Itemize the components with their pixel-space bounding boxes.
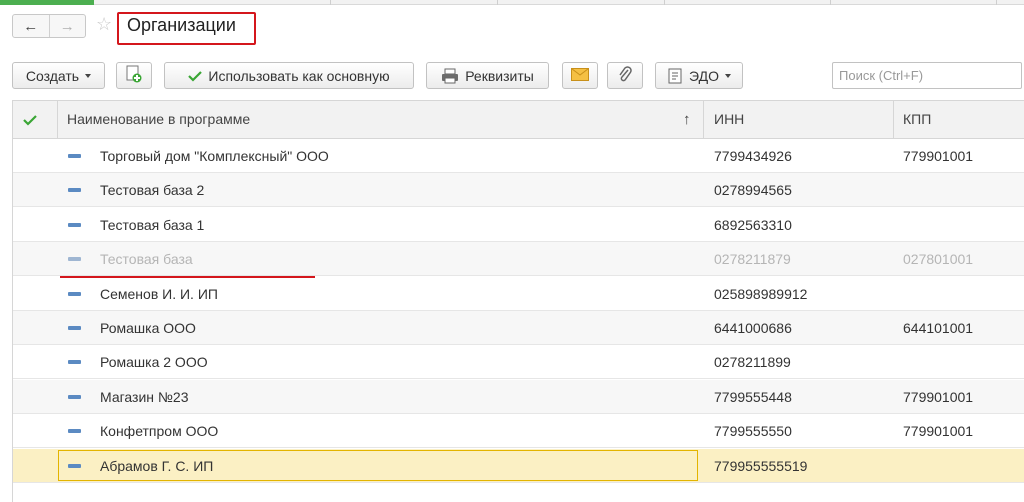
send-email-button[interactable] bbox=[562, 62, 598, 89]
cell-name: Тестовая база 2 bbox=[100, 182, 205, 199]
organization-icon bbox=[68, 154, 81, 158]
cell-inn: 779955555519 bbox=[714, 457, 808, 474]
cell-inn: 7799434926 bbox=[714, 148, 792, 164]
attach-file-button[interactable] bbox=[607, 62, 643, 89]
table-header: Наименование в программе ↑ ИНН КПП bbox=[13, 101, 1024, 139]
organization-icon bbox=[68, 291, 81, 296]
cell-kpp: 027801001 bbox=[903, 251, 974, 268]
use-as-default-label: Использовать как основную bbox=[208, 67, 390, 84]
create-button-label: Создать bbox=[25, 67, 80, 84]
cell-name: Ромашка ООО bbox=[100, 320, 196, 336]
column-header-inn[interactable]: ИНН bbox=[714, 101, 744, 138]
active-tab[interactable] bbox=[0, 0, 94, 5]
copy-add-icon bbox=[126, 65, 142, 86]
paperclip-icon bbox=[618, 65, 632, 86]
table-row[interactable]: Ромашка ООО 6441000686 644101001 bbox=[13, 311, 1024, 345]
use-as-default-button[interactable]: Использовать как основную bbox=[164, 62, 414, 89]
back-icon[interactable]: ← bbox=[13, 15, 49, 37]
tab-separator bbox=[664, 0, 665, 5]
cell-inn: 6892563310 bbox=[714, 216, 792, 233]
envelope-icon bbox=[571, 67, 589, 84]
cell-inn: 0278994565 bbox=[714, 182, 792, 199]
organization-icon bbox=[68, 429, 81, 434]
cell-kpp: 644101001 bbox=[903, 320, 974, 336]
tab-strip bbox=[0, 0, 1024, 5]
cell-name: Торговый дом "Комплексный" ООО bbox=[100, 148, 329, 164]
tab-separator bbox=[830, 0, 831, 5]
cell-name: Тестовая база bbox=[100, 251, 193, 268]
organization-icon bbox=[68, 257, 81, 262]
cell-kpp: 779901001 bbox=[903, 388, 974, 405]
table-row[interactable]: Конфетпром ООО 7799555550 779901001 bbox=[13, 414, 1024, 449]
cell-inn: 025898989912 bbox=[714, 285, 808, 302]
cell-inn: 0278211899 bbox=[714, 354, 791, 371]
cell-name: Ромашка 2 ООО bbox=[100, 354, 208, 371]
cell-inn: 0278211879 bbox=[714, 251, 791, 268]
organization-icon bbox=[68, 222, 81, 227]
search-input[interactable]: Поиск (Ctrl+F) bbox=[832, 62, 1022, 89]
cell-inn: 7799555448 bbox=[714, 388, 792, 405]
create-copy-button[interactable] bbox=[116, 62, 152, 89]
column-header-name[interactable]: Наименование в программе bbox=[67, 101, 250, 138]
table-row[interactable]: Тестовая база 0278211879 027801001 bbox=[13, 242, 1024, 277]
table-row[interactable]: Магазин №23 7799555448 779901001 bbox=[13, 379, 1024, 414]
organization-icon bbox=[68, 394, 81, 399]
cell-name: Конфетпром ООО bbox=[100, 423, 219, 440]
organization-icon bbox=[68, 326, 81, 330]
table-row[interactable]: Торговый дом "Комплексный" ООО 7799434926… bbox=[13, 139, 1024, 173]
cell-inn: 6441000686 bbox=[714, 320, 792, 336]
column-separator bbox=[893, 101, 894, 138]
cell-inn: 7799555550 bbox=[714, 423, 792, 440]
table-row[interactable]: Тестовая база 1 6892563310 bbox=[13, 208, 1024, 242]
tab-separator bbox=[497, 0, 498, 5]
tab-separator bbox=[996, 0, 997, 5]
organizations-table: Наименование в программе ↑ ИНН КПП Торго… bbox=[12, 100, 1024, 502]
checkmark-icon bbox=[188, 70, 203, 82]
strikethrough-mark bbox=[60, 276, 315, 278]
cell-kpp: 779901001 bbox=[903, 423, 974, 440]
create-button[interactable]: Создать bbox=[12, 62, 105, 89]
edo-label: ЭДО bbox=[689, 67, 719, 84]
edo-button[interactable]: ЭДО bbox=[655, 62, 743, 89]
printer-icon bbox=[441, 68, 459, 84]
cell-name: Магазин №23 bbox=[100, 388, 189, 405]
chevron-down-icon bbox=[85, 73, 92, 78]
page-title: Организации bbox=[127, 15, 236, 35]
tab-separator bbox=[330, 0, 331, 5]
column-separator bbox=[703, 101, 704, 138]
forward-icon[interactable]: → bbox=[48, 15, 86, 37]
edo-document-icon bbox=[667, 68, 683, 84]
column-header-kpp[interactable]: КПП bbox=[903, 101, 931, 138]
sort-arrow-icon[interactable]: ↑ bbox=[683, 101, 691, 138]
nav-buttons: ← → bbox=[12, 14, 86, 38]
table-row[interactable]: Абрамов Г. С. ИП 779955555519 bbox=[13, 448, 1024, 483]
cell-name: Тестовая база 1 bbox=[100, 216, 205, 233]
cell-name: Абрамов Г. С. ИП bbox=[100, 457, 214, 474]
cell-name: Семенов И. И. ИП bbox=[100, 285, 218, 302]
cell-kpp: 779901001 bbox=[903, 148, 974, 164]
chevron-down-icon bbox=[724, 73, 731, 78]
table-row[interactable]: Ромашка 2 ООО 0278211899 bbox=[13, 345, 1024, 380]
organization-icon bbox=[68, 463, 81, 468]
table-row[interactable]: Тестовая база 2 0278994565 bbox=[13, 173, 1024, 208]
favorite-star-icon[interactable]: ☆ bbox=[96, 14, 112, 35]
organization-icon bbox=[68, 360, 81, 365]
table-row[interactable]: Семенов И. И. ИП 025898989912 bbox=[13, 277, 1024, 311]
requisites-label: Реквизиты bbox=[465, 67, 534, 84]
organization-icon bbox=[68, 188, 81, 193]
column-separator bbox=[57, 101, 58, 138]
checkmark-icon[interactable] bbox=[23, 113, 37, 129]
requisites-button[interactable]: Реквизиты bbox=[426, 62, 549, 89]
